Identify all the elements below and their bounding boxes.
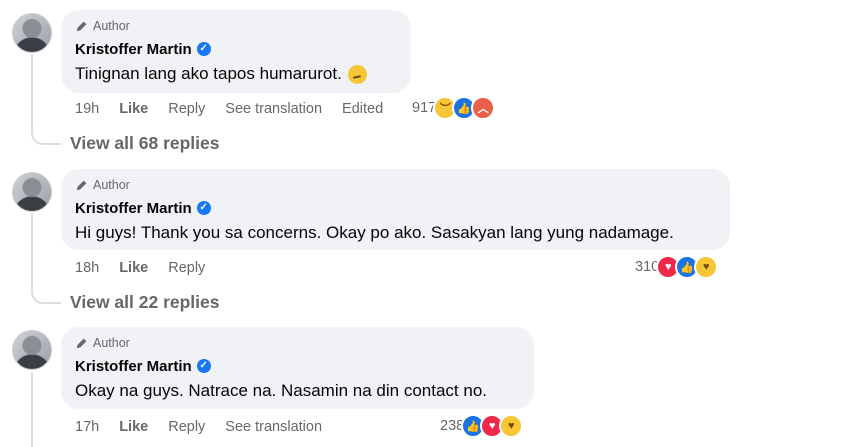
- commenter-name[interactable]: Kristoffer Martin: [75, 41, 192, 58]
- verified-badge-icon: ✓: [196, 359, 211, 373]
- author-badge-label: Author: [93, 336, 130, 350]
- verified-badge-icon: ✓: [196, 42, 211, 56]
- reply-button[interactable]: Reply: [168, 419, 205, 435]
- comment-text: Okay na guys. Natrace na. Nasamin na din…: [75, 380, 520, 402]
- thread-elbow: [31, 290, 61, 304]
- avatar[interactable]: [12, 330, 52, 370]
- care-reaction-icon: ♥: [499, 414, 524, 438]
- thread-line: [31, 372, 33, 447]
- author-badge-label: Author: [93, 178, 130, 192]
- reply-button[interactable]: Reply: [168, 260, 205, 276]
- comment-actions: 19h Like Reply See translation Edited: [75, 100, 403, 118]
- comment-bubble: Author Kristoffer Martin ✓ Okay na guys.…: [61, 327, 534, 409]
- thinking-face-icon: [347, 64, 367, 84]
- comment-text-content: Tinignan lang ako tapos humarurot.: [75, 64, 342, 83]
- reaction-summary[interactable]: 310 ♥ 👍 ♥: [635, 255, 719, 279]
- see-translation-link[interactable]: See translation: [225, 419, 322, 435]
- comment-text-content: Okay na guys. Natrace na. Nasamin na din…: [75, 381, 488, 400]
- comment-actions: 17h Like Reply See translation: [75, 418, 342, 436]
- timestamp[interactable]: 18h: [75, 260, 99, 276]
- edited-label: Edited: [342, 101, 384, 117]
- comment-text-content: Hi guys! Thank you sa concerns. Okay po …: [75, 223, 674, 242]
- pencil-icon: [76, 21, 87, 32]
- author-badge: Author: [75, 335, 520, 351]
- angry-reaction-icon: ︿: [471, 96, 496, 120]
- comment-text: Tinignan lang ako tapos humarurot.: [75, 63, 397, 85]
- reaction-summary[interactable]: 917 ︶ 👍 ︿: [412, 96, 496, 120]
- thread-line: [31, 213, 33, 290]
- view-replies-link[interactable]: View all 22 replies: [70, 292, 220, 314]
- comment-actions: 18h Like Reply: [75, 259, 225, 277]
- thread-elbow: [31, 131, 61, 145]
- author-badge: Author: [75, 18, 397, 34]
- timestamp[interactable]: 17h: [75, 419, 99, 435]
- like-button[interactable]: Like: [119, 419, 148, 435]
- pencil-icon: [76, 338, 87, 349]
- reaction-summary[interactable]: 238 👍 ♥ ♥: [440, 414, 524, 438]
- see-translation-link[interactable]: See translation: [225, 101, 322, 117]
- avatar[interactable]: [12, 172, 52, 212]
- care-reaction-icon: ♥: [694, 255, 719, 279]
- commenter-name[interactable]: Kristoffer Martin: [75, 358, 192, 375]
- comment-text: Hi guys! Thank you sa concerns. Okay po …: [75, 222, 716, 244]
- like-button[interactable]: Like: [119, 260, 148, 276]
- author-badge: Author: [75, 177, 716, 193]
- commenter-name[interactable]: Kristoffer Martin: [75, 200, 192, 217]
- thread-line: [31, 54, 33, 131]
- timestamp[interactable]: 19h: [75, 101, 99, 117]
- pencil-icon: [76, 180, 87, 191]
- like-button[interactable]: Like: [119, 101, 148, 117]
- avatar[interactable]: [12, 13, 52, 53]
- verified-badge-icon: ✓: [196, 201, 211, 215]
- view-replies-link[interactable]: View all 68 replies: [70, 133, 220, 155]
- reply-button[interactable]: Reply: [168, 101, 205, 117]
- comment-bubble: Author Kristoffer Martin ✓ Tinignan lang…: [61, 10, 411, 93]
- author-badge-label: Author: [93, 19, 130, 33]
- comment-bubble: Author Kristoffer Martin ✓ Hi guys! Than…: [61, 169, 730, 250]
